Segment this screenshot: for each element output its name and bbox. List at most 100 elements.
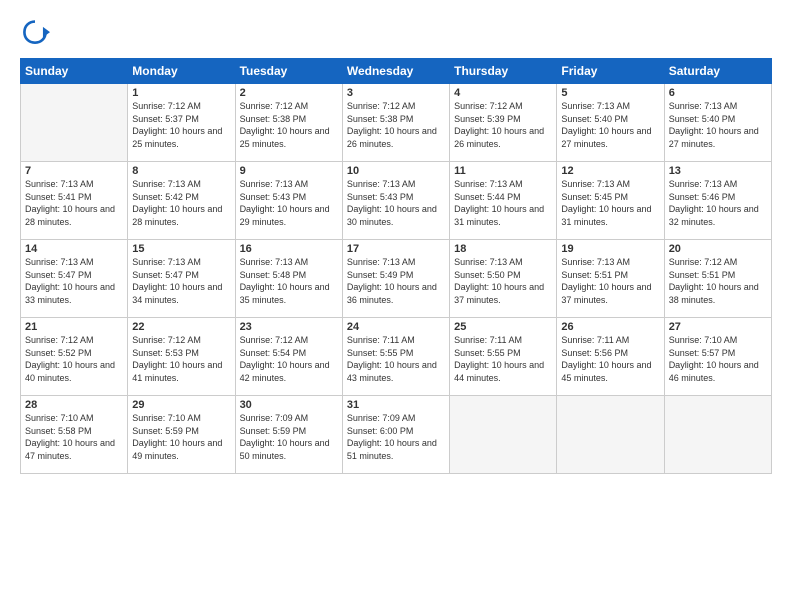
day-info: Sunrise: 7:13 AMSunset: 5:47 PMDaylight:… <box>25 256 123 306</box>
day-number: 22 <box>132 321 230 333</box>
calendar-header-row: SundayMondayTuesdayWednesdayThursdayFrid… <box>21 59 772 84</box>
day-number: 4 <box>454 87 552 99</box>
week-row-1: 7Sunrise: 7:13 AMSunset: 5:41 PMDaylight… <box>21 162 772 240</box>
day-number: 7 <box>25 165 123 177</box>
calendar-cell: 14Sunrise: 7:13 AMSunset: 5:47 PMDayligh… <box>21 240 128 318</box>
day-number: 3 <box>347 87 445 99</box>
day-header-saturday: Saturday <box>664 59 771 84</box>
week-row-0: 1Sunrise: 7:12 AMSunset: 5:37 PMDaylight… <box>21 84 772 162</box>
calendar-cell: 18Sunrise: 7:13 AMSunset: 5:50 PMDayligh… <box>450 240 557 318</box>
calendar-cell: 11Sunrise: 7:13 AMSunset: 5:44 PMDayligh… <box>450 162 557 240</box>
day-header-friday: Friday <box>557 59 664 84</box>
day-number: 31 <box>347 399 445 411</box>
day-number: 24 <box>347 321 445 333</box>
day-info: Sunrise: 7:13 AMSunset: 5:44 PMDaylight:… <box>454 178 552 228</box>
day-info: Sunrise: 7:12 AMSunset: 5:53 PMDaylight:… <box>132 334 230 384</box>
calendar-cell: 8Sunrise: 7:13 AMSunset: 5:42 PMDaylight… <box>128 162 235 240</box>
calendar-cell: 30Sunrise: 7:09 AMSunset: 5:59 PMDayligh… <box>235 396 342 474</box>
day-info: Sunrise: 7:11 AMSunset: 5:56 PMDaylight:… <box>561 334 659 384</box>
day-number: 18 <box>454 243 552 255</box>
day-number: 5 <box>561 87 659 99</box>
day-info: Sunrise: 7:11 AMSunset: 5:55 PMDaylight:… <box>454 334 552 384</box>
week-row-2: 14Sunrise: 7:13 AMSunset: 5:47 PMDayligh… <box>21 240 772 318</box>
calendar-cell: 13Sunrise: 7:13 AMSunset: 5:46 PMDayligh… <box>664 162 771 240</box>
day-info: Sunrise: 7:13 AMSunset: 5:45 PMDaylight:… <box>561 178 659 228</box>
day-info: Sunrise: 7:11 AMSunset: 5:55 PMDaylight:… <box>347 334 445 384</box>
day-number: 30 <box>240 399 338 411</box>
day-info: Sunrise: 7:09 AMSunset: 6:00 PMDaylight:… <box>347 412 445 462</box>
calendar-cell: 7Sunrise: 7:13 AMSunset: 5:41 PMDaylight… <box>21 162 128 240</box>
logo <box>20 18 54 48</box>
day-info: Sunrise: 7:10 AMSunset: 5:58 PMDaylight:… <box>25 412 123 462</box>
calendar-cell: 20Sunrise: 7:12 AMSunset: 5:51 PMDayligh… <box>664 240 771 318</box>
day-info: Sunrise: 7:13 AMSunset: 5:46 PMDaylight:… <box>669 178 767 228</box>
calendar-cell <box>557 396 664 474</box>
calendar-cell: 4Sunrise: 7:12 AMSunset: 5:39 PMDaylight… <box>450 84 557 162</box>
day-number: 20 <box>669 243 767 255</box>
day-info: Sunrise: 7:09 AMSunset: 5:59 PMDaylight:… <box>240 412 338 462</box>
day-number: 23 <box>240 321 338 333</box>
calendar-cell: 25Sunrise: 7:11 AMSunset: 5:55 PMDayligh… <box>450 318 557 396</box>
day-number: 29 <box>132 399 230 411</box>
calendar-cell: 2Sunrise: 7:12 AMSunset: 5:38 PMDaylight… <box>235 84 342 162</box>
day-number: 16 <box>240 243 338 255</box>
day-info: Sunrise: 7:13 AMSunset: 5:41 PMDaylight:… <box>25 178 123 228</box>
day-info: Sunrise: 7:13 AMSunset: 5:47 PMDaylight:… <box>132 256 230 306</box>
calendar-cell: 23Sunrise: 7:12 AMSunset: 5:54 PMDayligh… <box>235 318 342 396</box>
day-info: Sunrise: 7:12 AMSunset: 5:37 PMDaylight:… <box>132 100 230 150</box>
day-header-thursday: Thursday <box>450 59 557 84</box>
day-info: Sunrise: 7:12 AMSunset: 5:52 PMDaylight:… <box>25 334 123 384</box>
calendar-cell <box>450 396 557 474</box>
week-row-3: 21Sunrise: 7:12 AMSunset: 5:52 PMDayligh… <box>21 318 772 396</box>
calendar-cell: 22Sunrise: 7:12 AMSunset: 5:53 PMDayligh… <box>128 318 235 396</box>
calendar-cell: 31Sunrise: 7:09 AMSunset: 6:00 PMDayligh… <box>342 396 449 474</box>
calendar-cell: 6Sunrise: 7:13 AMSunset: 5:40 PMDaylight… <box>664 84 771 162</box>
calendar-cell: 24Sunrise: 7:11 AMSunset: 5:55 PMDayligh… <box>342 318 449 396</box>
day-info: Sunrise: 7:12 AMSunset: 5:39 PMDaylight:… <box>454 100 552 150</box>
calendar-cell: 16Sunrise: 7:13 AMSunset: 5:48 PMDayligh… <box>235 240 342 318</box>
day-header-monday: Monday <box>128 59 235 84</box>
calendar-cell: 5Sunrise: 7:13 AMSunset: 5:40 PMDaylight… <box>557 84 664 162</box>
calendar-cell: 10Sunrise: 7:13 AMSunset: 5:43 PMDayligh… <box>342 162 449 240</box>
day-number: 11 <box>454 165 552 177</box>
calendar-cell: 27Sunrise: 7:10 AMSunset: 5:57 PMDayligh… <box>664 318 771 396</box>
day-header-tuesday: Tuesday <box>235 59 342 84</box>
day-number: 12 <box>561 165 659 177</box>
day-info: Sunrise: 7:13 AMSunset: 5:43 PMDaylight:… <box>240 178 338 228</box>
day-number: 13 <box>669 165 767 177</box>
day-number: 28 <box>25 399 123 411</box>
week-row-4: 28Sunrise: 7:10 AMSunset: 5:58 PMDayligh… <box>21 396 772 474</box>
day-number: 19 <box>561 243 659 255</box>
day-info: Sunrise: 7:12 AMSunset: 5:54 PMDaylight:… <box>240 334 338 384</box>
day-number: 2 <box>240 87 338 99</box>
header <box>20 18 772 48</box>
calendar-cell: 9Sunrise: 7:13 AMSunset: 5:43 PMDaylight… <box>235 162 342 240</box>
day-number: 17 <box>347 243 445 255</box>
calendar-cell: 21Sunrise: 7:12 AMSunset: 5:52 PMDayligh… <box>21 318 128 396</box>
day-number: 27 <box>669 321 767 333</box>
day-header-wednesday: Wednesday <box>342 59 449 84</box>
calendar-cell: 29Sunrise: 7:10 AMSunset: 5:59 PMDayligh… <box>128 396 235 474</box>
calendar-cell: 12Sunrise: 7:13 AMSunset: 5:45 PMDayligh… <box>557 162 664 240</box>
day-number: 26 <box>561 321 659 333</box>
page: SundayMondayTuesdayWednesdayThursdayFrid… <box>0 0 792 612</box>
day-info: Sunrise: 7:13 AMSunset: 5:40 PMDaylight:… <box>561 100 659 150</box>
day-info: Sunrise: 7:12 AMSunset: 5:38 PMDaylight:… <box>347 100 445 150</box>
day-info: Sunrise: 7:12 AMSunset: 5:51 PMDaylight:… <box>669 256 767 306</box>
calendar-cell: 1Sunrise: 7:12 AMSunset: 5:37 PMDaylight… <box>128 84 235 162</box>
day-number: 9 <box>240 165 338 177</box>
day-info: Sunrise: 7:13 AMSunset: 5:49 PMDaylight:… <box>347 256 445 306</box>
calendar-cell: 26Sunrise: 7:11 AMSunset: 5:56 PMDayligh… <box>557 318 664 396</box>
day-number: 6 <box>669 87 767 99</box>
day-number: 1 <box>132 87 230 99</box>
day-header-sunday: Sunday <box>21 59 128 84</box>
day-info: Sunrise: 7:13 AMSunset: 5:48 PMDaylight:… <box>240 256 338 306</box>
day-number: 25 <box>454 321 552 333</box>
day-info: Sunrise: 7:10 AMSunset: 5:59 PMDaylight:… <box>132 412 230 462</box>
day-info: Sunrise: 7:12 AMSunset: 5:38 PMDaylight:… <box>240 100 338 150</box>
day-info: Sunrise: 7:13 AMSunset: 5:51 PMDaylight:… <box>561 256 659 306</box>
calendar-cell: 15Sunrise: 7:13 AMSunset: 5:47 PMDayligh… <box>128 240 235 318</box>
calendar-cell <box>664 396 771 474</box>
day-info: Sunrise: 7:13 AMSunset: 5:40 PMDaylight:… <box>669 100 767 150</box>
day-info: Sunrise: 7:13 AMSunset: 5:42 PMDaylight:… <box>132 178 230 228</box>
